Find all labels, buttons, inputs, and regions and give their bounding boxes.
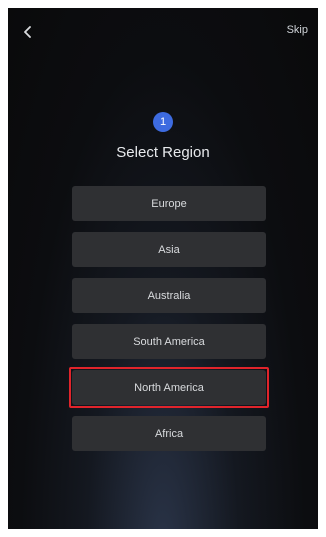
- region-option-australia[interactable]: Australia: [72, 278, 266, 313]
- region-list: Europe Asia Australia South America Nort…: [69, 186, 269, 462]
- region-option-south-america[interactable]: South America: [72, 324, 266, 359]
- region-option-europe[interactable]: Europe: [72, 186, 266, 221]
- region-option-north-america[interactable]: North America: [69, 367, 269, 408]
- chevron-left-icon: [24, 26, 31, 38]
- skip-button[interactable]: Skip: [287, 24, 308, 36]
- region-option-africa[interactable]: Africa: [72, 416, 266, 451]
- region-select-screen: Skip 1 Select Region Europe Asia Austral…: [8, 8, 318, 529]
- region-option-asia[interactable]: Asia: [72, 232, 266, 267]
- step-badge: 1: [153, 112, 173, 132]
- page-title: Select Region: [116, 144, 210, 161]
- back-button[interactable]: [18, 22, 38, 42]
